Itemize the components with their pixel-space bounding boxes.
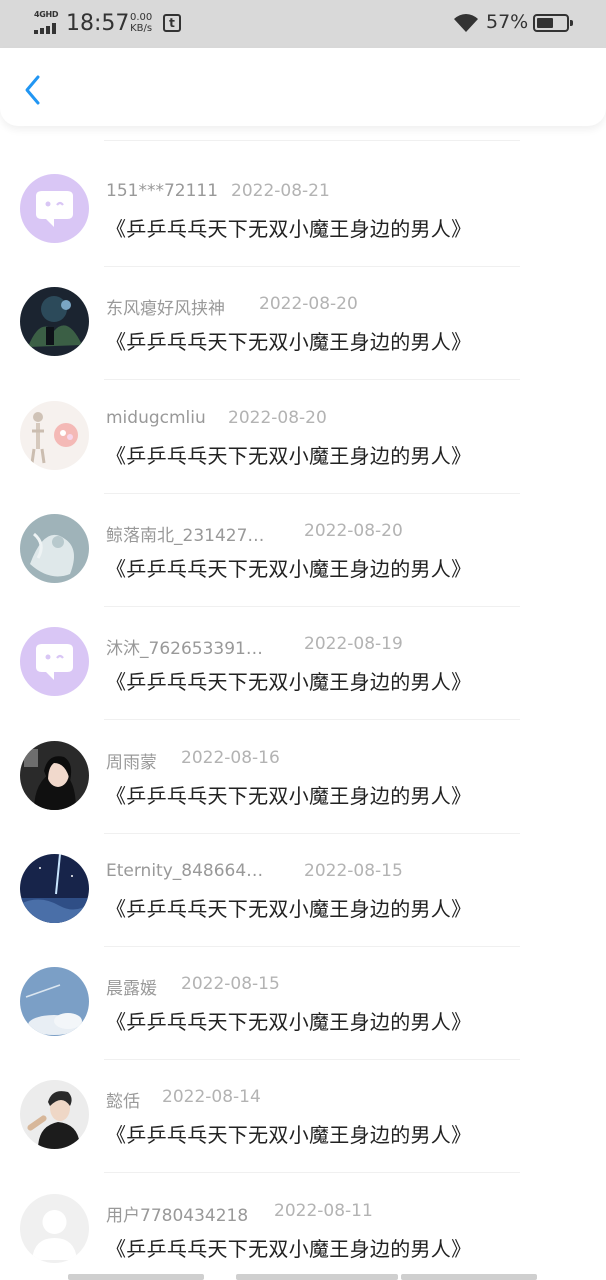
comment-row[interactable]: Eternity_848664… 2022-08-15 《乒乒乓乓天下无双小魔王身边… (0, 834, 606, 947)
comment-row[interactable]: 用户7780434218 2022-08-11 《乒乒乓乓天下无双小魔王身边的男人》 (0, 1174, 606, 1280)
comment-text: 《乒乒乓乓天下无双小魔王身边的男人》 (106, 556, 472, 581)
user-name[interactable]: midugcmliu (106, 408, 206, 428)
comment-row[interactable]: 沐沐_762653391… 2022-08-19 《乒乒乓乓天下无双小魔王身边的男人… (0, 607, 606, 721)
user-name[interactable]: 懿佸 (106, 1087, 140, 1112)
user-name[interactable]: 东风瘪好风挟神 (106, 294, 225, 319)
bottom-nav-hint (0, 1274, 606, 1280)
user-name[interactable]: 鲸落南北_231427… (106, 521, 264, 546)
status-time: 18:57 (66, 11, 130, 36)
comment-date: 2022-08-15 (181, 974, 280, 995)
chevron-left-icon (25, 75, 40, 105)
comment-date: 2022-08-16 (181, 747, 280, 768)
user-avatar[interactable] (20, 627, 89, 697)
user-name[interactable]: 晨露媛 (106, 974, 157, 999)
comment-date: 2022-08-15 (304, 860, 403, 881)
comment-date: 2022-08-11 (274, 1200, 373, 1221)
user-name[interactable]: Eternity_848664… (106, 861, 263, 881)
user-name[interactable]: 周雨蒙 (106, 748, 157, 773)
status-bar: 4GHD 18:57 0.00 KB/s t 57% (0, 0, 606, 48)
wifi-icon (454, 14, 478, 32)
user-avatar[interactable] (20, 287, 89, 357)
comment-row[interactable]: 鲸落南北_231427… 2022-08-20 《乒乒乓乓天下无双小魔王身边的男人》 (0, 494, 606, 607)
comment-text: 《乒乒乓乓天下无双小魔王身边的男人》 (106, 783, 472, 808)
comment-text: 《乒乒乓乓天下无双小魔王身边的男人》 (106, 330, 472, 355)
network-type: 4GHD (34, 10, 59, 19)
comment-date: 2022-08-14 (162, 1087, 261, 1108)
comment-text: 《乒乒乓乓天下无双小魔王身边的男人》 (106, 217, 472, 241)
comment-date: 2022-08-20 (304, 520, 403, 541)
user-name[interactable]: 用户7780434218 (106, 1201, 248, 1226)
comment-date: 2022-08-21 (231, 181, 330, 201)
user-avatar[interactable] (20, 513, 89, 583)
comment-date: 2022-08-19 (304, 634, 403, 655)
t-app-icon: t (163, 14, 181, 32)
divider (104, 140, 520, 141)
battery-icon (533, 14, 573, 32)
comment-date: 2022-08-20 (259, 294, 358, 315)
nav-bar (0, 48, 606, 126)
user-name[interactable]: 151***72111 (106, 181, 218, 201)
user-avatar[interactable] (20, 1080, 89, 1150)
user-name[interactable]: 沐沐_762653391… (106, 634, 263, 659)
speed-unit: KB/s (130, 23, 153, 34)
comment-row[interactable]: 151***72111 2022-08-21 《乒乒乓乓天下无双小魔王身边的男人》 (0, 154, 606, 267)
comment-text: 《乒乒乓乓天下无双小魔王身边的男人》 (106, 1236, 472, 1261)
back-button[interactable] (16, 70, 52, 110)
comment-date: 2022-08-20 (228, 407, 327, 428)
comment-text: 《乒乒乓乓天下无双小魔王身边的男人》 (106, 896, 472, 921)
comment-row[interactable]: 东风瘪好风挟神 2022-08-20 《乒乒乓乓天下无双小魔王身边的男人》 (0, 267, 606, 381)
battery-percent: 57% (486, 11, 529, 33)
comment-row[interactable]: 晨露媛 2022-08-15 《乒乒乓乓天下无双小魔王身边的男人》 (0, 947, 606, 1061)
comment-row[interactable]: midugcmliu 2022-08-20 《乒乒乓乓天下无双小魔王身边的男人》 (0, 381, 606, 494)
comment-text: 《乒乒乓乓天下无双小魔王身边的男人》 (106, 443, 472, 468)
speed-value: 0.00 (130, 12, 153, 23)
user-avatar[interactable] (20, 1193, 89, 1263)
comment-text: 《乒乒乓乓天下无双小魔王身边的男人》 (106, 1123, 472, 1148)
user-avatar[interactable] (20, 967, 89, 1037)
network-speed: 0.00 KB/s (130, 12, 152, 34)
user-avatar[interactable] (20, 174, 89, 243)
user-avatar[interactable] (20, 740, 89, 810)
comment-row[interactable]: 周雨蒙 2022-08-16 《乒乒乓乓天下无双小魔王身边的男人》 (0, 721, 606, 834)
user-avatar[interactable] (20, 853, 89, 923)
user-avatar[interactable] (20, 400, 89, 470)
signal-icon: 4GHD (34, 10, 60, 34)
comment-row[interactable]: 懿佸 2022-08-14 《乒乒乓乓天下无双小魔王身边的男人》 (0, 1060, 606, 1174)
comment-text: 《乒乒乓乓天下无双小魔王身边的男人》 (106, 1010, 472, 1035)
comment-text: 《乒乒乓乓天下无双小魔王身边的男人》 (106, 670, 472, 695)
